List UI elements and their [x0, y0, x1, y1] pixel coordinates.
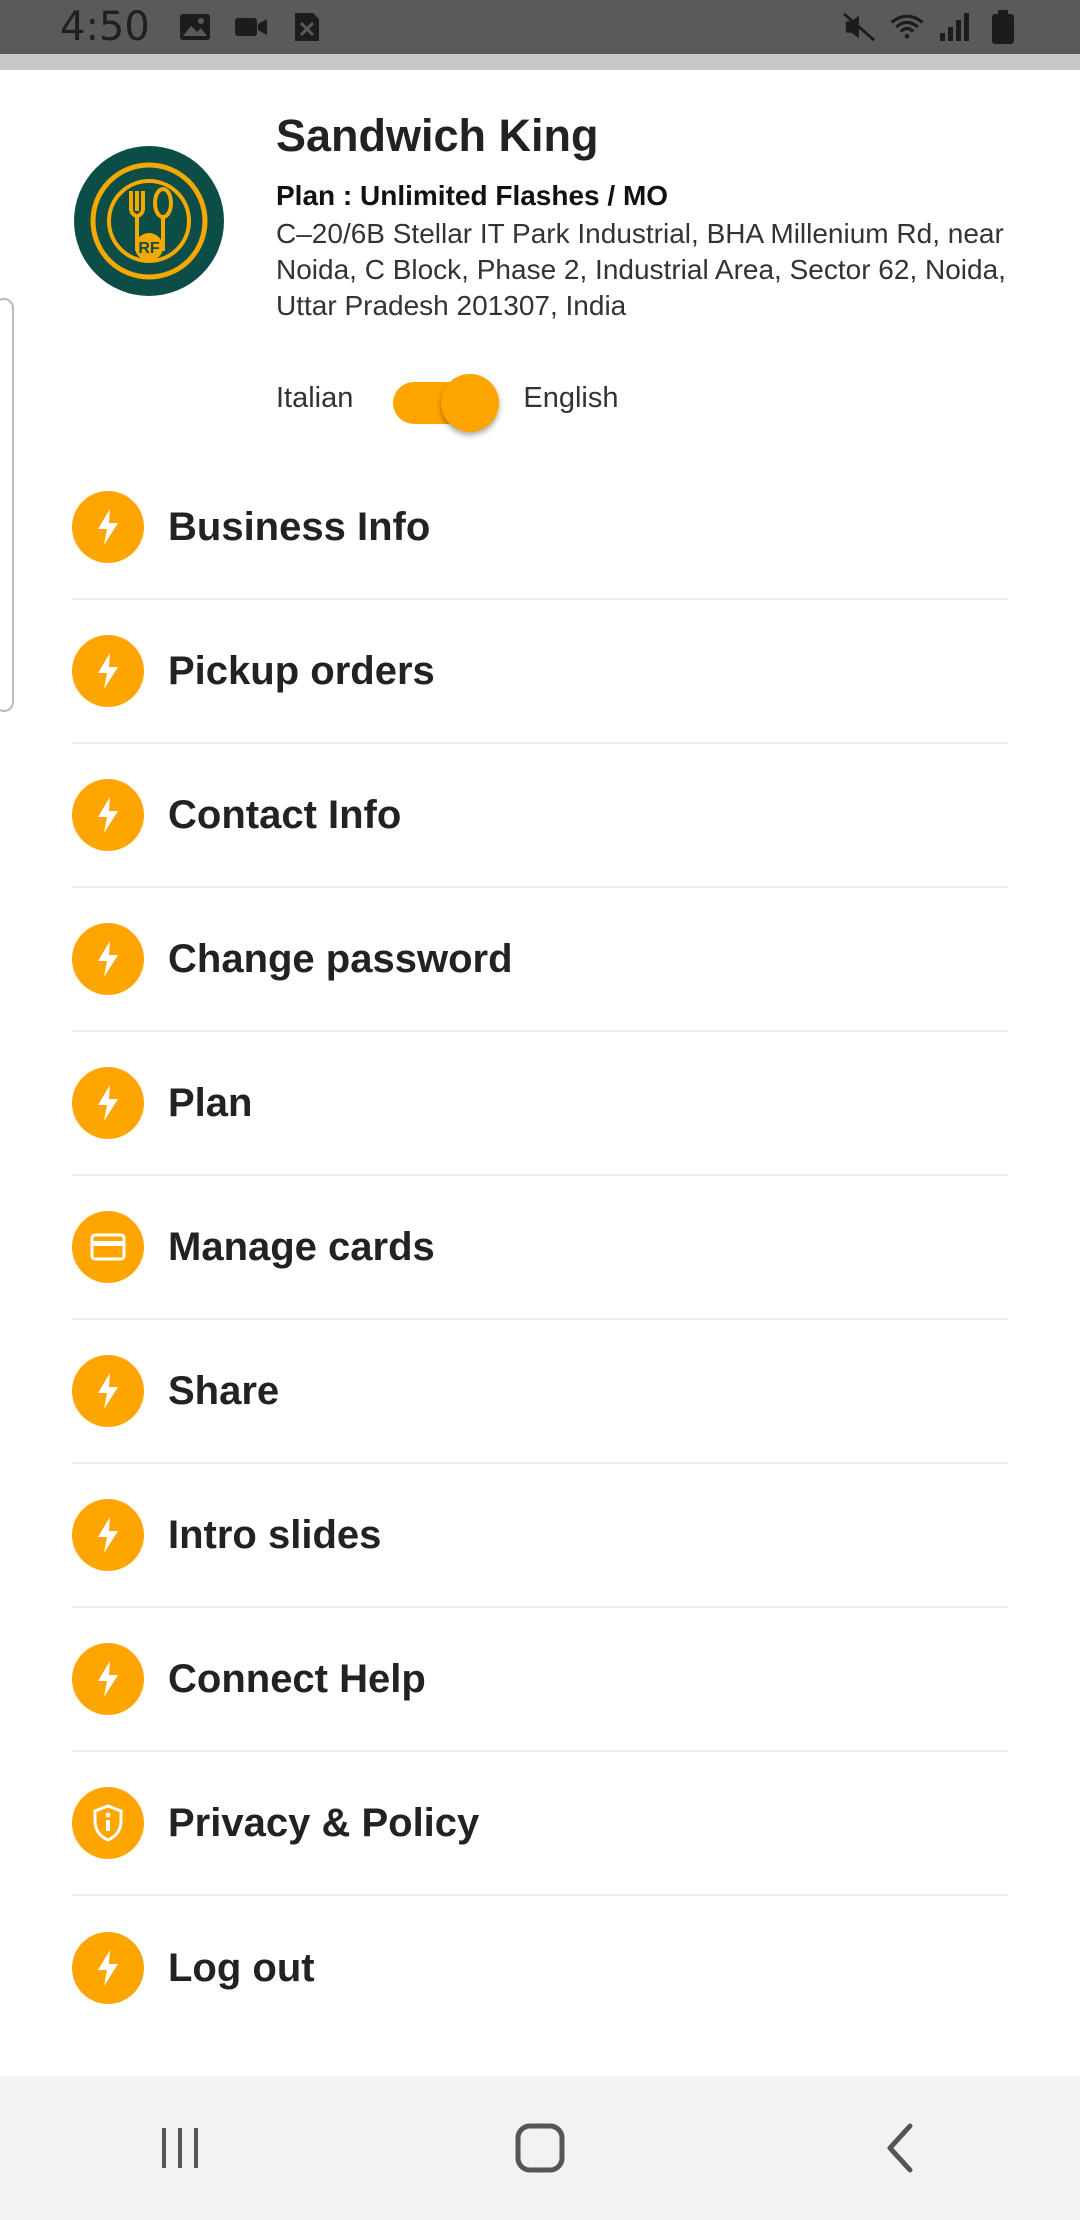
- menu-item-label: Log out: [168, 1945, 315, 1990]
- home-icon: [515, 2123, 565, 2173]
- language-toggle[interactable]: [393, 368, 500, 432]
- close-box-icon: [290, 12, 324, 42]
- menu-item-label: Manage cards: [168, 1224, 435, 1269]
- back-button[interactable]: [830, 2098, 970, 2198]
- menu-item-plan[interactable]: Plan: [72, 1032, 1008, 1176]
- status-divider: [0, 54, 1080, 70]
- plan-label: Plan : Unlimited Flashes / MO: [276, 180, 669, 211]
- menu-item-connect-help[interactable]: Connect Help: [72, 1608, 1008, 1752]
- menu-item-share[interactable]: Share: [72, 1320, 1008, 1464]
- language-left-label: Italian: [276, 381, 354, 414]
- shield-icon: [72, 1787, 144, 1859]
- toggle-thumb[interactable]: [441, 374, 500, 432]
- settings-menu: Business Info Pickup orders Contact Info…: [72, 456, 1008, 2040]
- bolt-icon: [72, 1499, 144, 1571]
- menu-item-business-info[interactable]: Business Info: [72, 456, 1008, 600]
- profile-header: RF Sandwich King Plan : Unlimited Flashe…: [0, 70, 1080, 470]
- system-nav-bar: [0, 2076, 1080, 2220]
- recent-apps-button[interactable]: [110, 2098, 250, 2198]
- wifi-icon: [890, 12, 924, 42]
- business-logo: RF: [74, 146, 224, 296]
- menu-item-label: Share: [168, 1368, 280, 1413]
- status-icons-left: [178, 12, 324, 42]
- logo-monogram: RF: [138, 240, 160, 257]
- mute-vibrate-icon: [842, 12, 876, 42]
- menu-item-label: Business Info: [168, 504, 431, 549]
- recent-apps-icon: [162, 2128, 198, 2168]
- home-button[interactable]: [470, 2098, 610, 2198]
- bolt-icon: [72, 635, 144, 707]
- language-toggle-row: Italian English: [276, 368, 619, 432]
- bolt-icon: [72, 779, 144, 851]
- bolt-icon: [72, 491, 144, 563]
- menu-item-manage-cards[interactable]: Manage cards: [72, 1176, 1008, 1320]
- business-address: C–20/6B Stellar IT Park Industrial, BHA …: [276, 218, 1006, 321]
- business-name: Sandwich King: [276, 110, 599, 161]
- status-bar: 4:50: [0, 0, 1080, 54]
- menu-item-label: Change password: [168, 936, 513, 981]
- bolt-icon: [72, 1355, 144, 1427]
- back-icon: [887, 2123, 913, 2173]
- menu-item-label: Intro slides: [168, 1512, 382, 1557]
- bolt-icon: [72, 1643, 144, 1715]
- menu-item-pickup-orders[interactable]: Pickup orders: [72, 600, 1008, 744]
- menu-item-intro-slides[interactable]: Intro slides: [72, 1464, 1008, 1608]
- menu-item-label: Privacy & Policy: [168, 1800, 480, 1845]
- menu-item-change-password[interactable]: Change password: [72, 888, 1008, 1032]
- menu-item-log-out[interactable]: Log out: [72, 1896, 1008, 2040]
- bolt-icon: [72, 923, 144, 995]
- image-icon: [178, 12, 212, 42]
- menu-item-privacy-policy[interactable]: Privacy & Policy: [72, 1752, 1008, 1896]
- status-icons-right: [842, 10, 1020, 44]
- menu-item-label: Connect Help: [168, 1656, 426, 1701]
- menu-item-label: Pickup orders: [168, 648, 435, 693]
- credit-card-icon: [72, 1211, 144, 1283]
- status-time: 4:50: [60, 4, 150, 50]
- language-right-label: English: [523, 381, 619, 414]
- menu-item-contact-info[interactable]: Contact Info: [72, 744, 1008, 888]
- signal-icon: [938, 12, 972, 42]
- battery-icon: [986, 10, 1020, 44]
- menu-item-label: Contact Info: [168, 792, 402, 837]
- video-icon: [234, 12, 268, 42]
- menu-item-label: Plan: [168, 1080, 253, 1125]
- bolt-icon: [72, 1067, 144, 1139]
- bolt-icon: [72, 1932, 144, 2004]
